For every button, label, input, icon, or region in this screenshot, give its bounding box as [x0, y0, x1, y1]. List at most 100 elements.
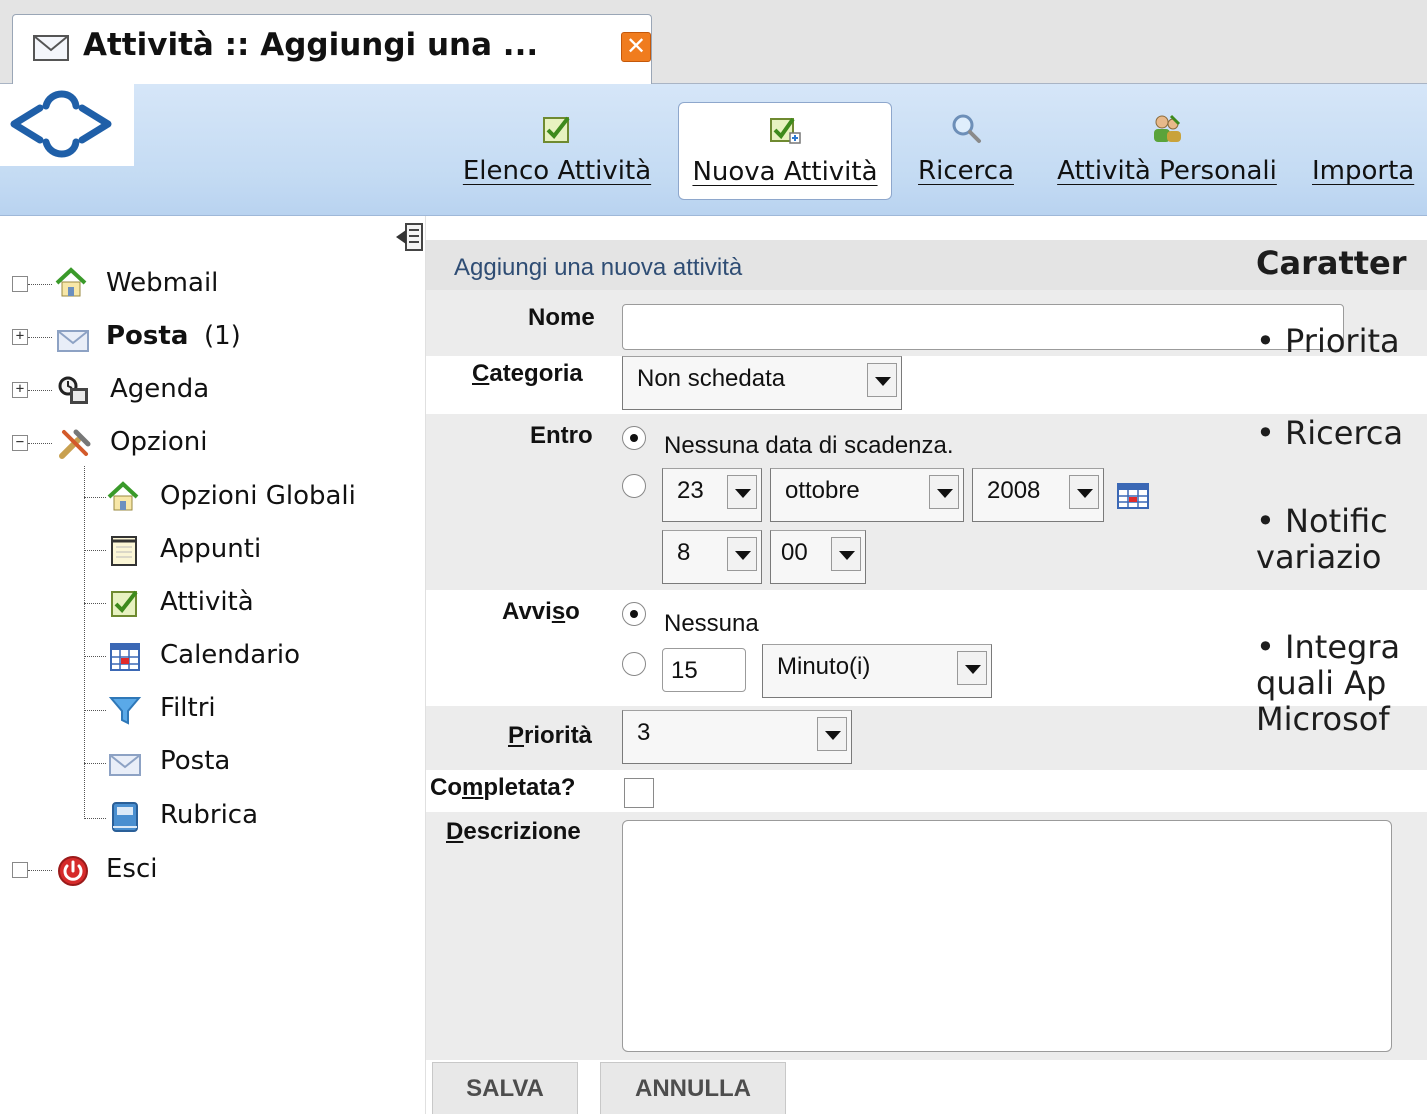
sidebar-item-label: Rubrica: [160, 800, 259, 830]
entro-none-radio[interactable]: [622, 426, 646, 450]
chevron-down-icon[interactable]: [1069, 475, 1099, 509]
tab-title: Attività :: Aggiungi una ...: [83, 27, 539, 63]
sidebar-item-label: Calendario: [160, 640, 301, 670]
toolbar-nuova-attivita-button[interactable]: Nuova Attività: [678, 102, 892, 200]
year-select[interactable]: 2008: [972, 468, 1104, 522]
hour-value: 8: [677, 539, 691, 566]
chevron-down-icon[interactable]: [727, 537, 757, 571]
avviso-none-radio[interactable]: [622, 602, 646, 626]
notepad-icon: [111, 536, 137, 566]
avviso-unit-select[interactable]: Minuto(i): [762, 644, 992, 698]
tasks-icon: [111, 590, 138, 617]
feature-line: quali Ap: [1256, 664, 1387, 702]
feature-line: variazio: [1256, 538, 1382, 576]
tree-connector: [84, 710, 106, 711]
nome-input[interactable]: [622, 304, 1344, 350]
priorita-select[interactable]: 3: [622, 710, 852, 764]
tree-connector: [84, 763, 106, 764]
toolbar-ricerca-button[interactable]: Ricerca: [904, 102, 1028, 200]
toolbar-label: Nuova Attività: [692, 157, 878, 187]
chevron-down-icon[interactable]: [929, 475, 959, 509]
sidebar-tree: Webmail + Posta (1) + Agenda − Opzioni O…: [0, 216, 426, 1114]
minute-select[interactable]: 00: [770, 530, 866, 584]
entro-none-label: Nessuna data di scadenza.: [664, 432, 954, 459]
month-value: ottobre: [785, 477, 860, 504]
tree-expander[interactable]: −: [12, 435, 28, 451]
sidebar-item-label: Webmail: [106, 268, 219, 298]
chevron-down-icon[interactable]: [831, 537, 861, 571]
categoria-label: Categoria: [472, 360, 583, 387]
unread-count: (1): [204, 321, 241, 351]
month-select[interactable]: ottobre: [770, 468, 964, 522]
toolbar-label: Importa: [1312, 156, 1415, 186]
tree-connector: [28, 870, 52, 871]
chevron-down-icon[interactable]: [867, 363, 897, 397]
magnifier-icon: [952, 114, 981, 143]
tree-connector: [84, 497, 106, 498]
day-select[interactable]: 23: [662, 468, 762, 522]
feature-heading: Caratter: [1256, 244, 1407, 282]
avviso-label: Avviso: [502, 598, 580, 625]
sidebar-item-label: Appunti: [160, 534, 262, 564]
envelope-icon: [57, 330, 89, 352]
sidebar-item-label: Opzioni Globali: [160, 481, 356, 511]
avviso-custom-radio[interactable]: [622, 652, 646, 676]
close-icon[interactable]: ✕: [621, 32, 651, 62]
tree-expander[interactable]: +: [12, 382, 28, 398]
power-icon: [58, 856, 88, 886]
avviso-none-label: Nessuna: [664, 610, 759, 637]
descrizione-textarea[interactable]: [622, 820, 1392, 1052]
tree-expander[interactable]: +: [12, 329, 28, 345]
tree-connector: [84, 818, 106, 819]
home-icon: [107, 481, 139, 511]
categoria-select[interactable]: Non schedata: [622, 356, 902, 410]
sidebar-item-label: Esci: [106, 854, 158, 884]
calendar-icon: [110, 643, 140, 671]
tasks-icon: [543, 116, 570, 143]
agenda-icon: [58, 376, 88, 404]
hour-select[interactable]: 8: [662, 530, 762, 584]
home-icon: [55, 267, 87, 297]
tree-connector: [28, 337, 52, 338]
feature-line: • Ricerca: [1256, 414, 1404, 452]
year-value: 2008: [987, 477, 1041, 504]
toolbar-importa-button[interactable]: Importa: [1306, 102, 1427, 200]
tree-expander: [12, 276, 28, 292]
feature-line: • Priorita: [1256, 322, 1400, 360]
tree-connector: [28, 390, 52, 391]
tree-connector: [84, 466, 85, 819]
toolbar-attivita-personali-button[interactable]: Attività Personali: [1036, 102, 1298, 200]
users-icon: [1154, 114, 1181, 142]
collapse-sidebar-icon[interactable]: [394, 222, 426, 252]
toolbar-label: Attività Personali: [1057, 156, 1277, 186]
feature-line: Microsof: [1256, 700, 1390, 738]
chevron-down-icon[interactable]: [727, 475, 757, 509]
sidebar-item-label: Attività: [160, 587, 254, 617]
sidebar-item-label: Filtri: [160, 693, 216, 723]
save-button[interactable]: SALVA: [432, 1062, 578, 1114]
entro-label: Entro: [530, 422, 593, 449]
app-logo[interactable]: [0, 84, 134, 166]
toolbar-label: Elenco Attività: [462, 156, 652, 186]
sidebar-item-label: Posta: [106, 321, 189, 351]
logo-icon: [10, 90, 112, 158]
calendar-icon[interactable]: [1116, 482, 1150, 510]
toolbar-elenco-attivita-button[interactable]: Elenco Attività: [446, 102, 668, 200]
nome-label: Nome: [528, 304, 595, 331]
tree-expander: [12, 862, 28, 878]
sidebar-item-label: Opzioni: [110, 427, 208, 457]
avviso-amount-input[interactable]: 15: [662, 648, 746, 692]
toolbar: Elenco Attività Nuova Attività Ricerca A…: [0, 84, 1427, 216]
entro-date-radio[interactable]: [622, 474, 646, 498]
avviso-amount-value: 15: [671, 657, 698, 684]
cancel-button[interactable]: ANNULLA: [600, 1062, 786, 1114]
minute-value: 00: [781, 539, 808, 566]
descrizione-label: Descrizione: [446, 818, 581, 845]
chevron-down-icon[interactable]: [957, 651, 987, 685]
chevron-down-icon[interactable]: [817, 717, 847, 751]
feature-line: • Integra: [1256, 628, 1401, 666]
tab-active[interactable]: Attività :: Aggiungi una ... ✕: [12, 14, 652, 84]
new-task-icon: [770, 117, 801, 144]
completata-checkbox[interactable]: [624, 778, 654, 808]
feature-list-overlay: Caratter • Priorita • Ricerca • Notific …: [1256, 240, 1427, 840]
